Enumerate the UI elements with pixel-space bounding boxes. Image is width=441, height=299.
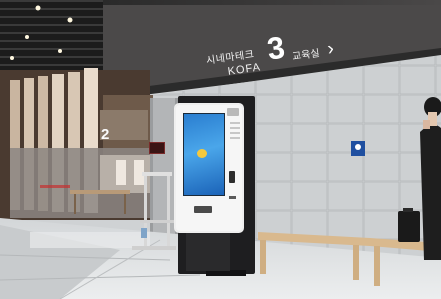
kiosk-side-labels bbox=[230, 122, 240, 142]
kiosk-card-reader[interactable] bbox=[229, 171, 235, 183]
photo-scene: 시네마테크 KOFA 3 교육실 › 2 bbox=[0, 0, 441, 299]
kiosk-ticket-slot[interactable] bbox=[194, 206, 212, 213]
screen-character-icon bbox=[197, 149, 207, 158]
kiosk-logo bbox=[227, 108, 239, 116]
accessibility-info-sign bbox=[351, 141, 365, 156]
kiosk-coin-slot[interactable] bbox=[229, 196, 236, 199]
exit-sign bbox=[149, 142, 165, 154]
floor-number-sign: 2 bbox=[101, 126, 110, 143]
